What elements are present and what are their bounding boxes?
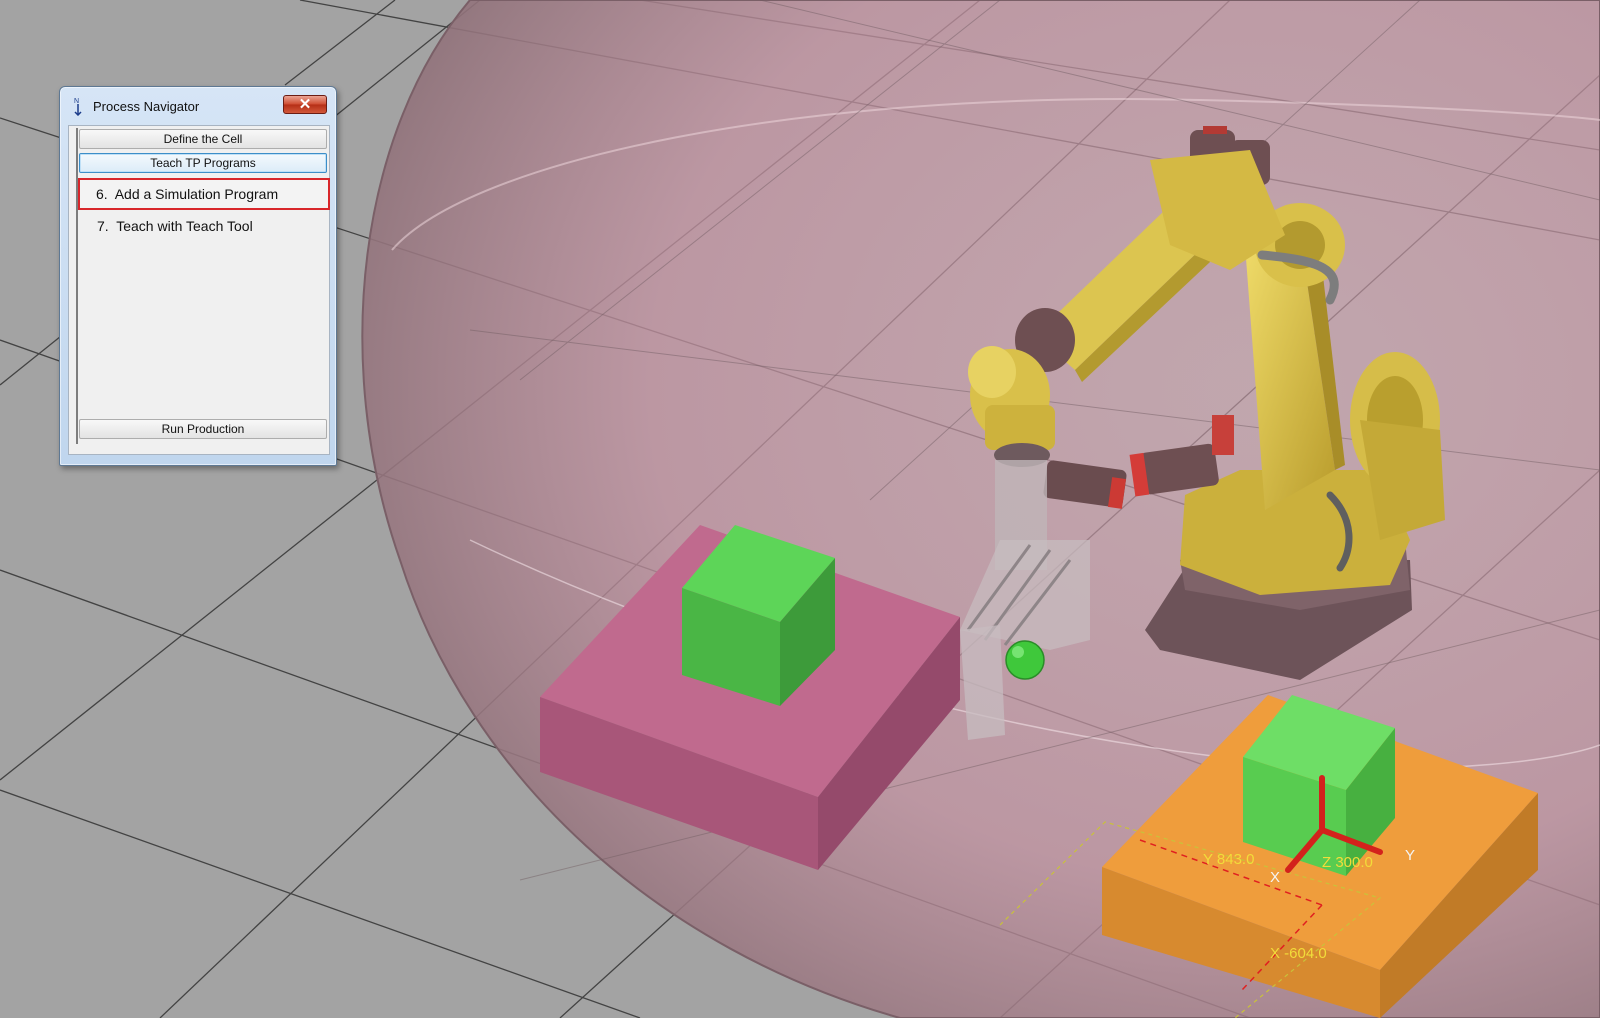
- step-label: Teach with Teach Tool: [116, 218, 253, 234]
- title-bar[interactable]: N Process Navigator ✕: [60, 87, 336, 121]
- window-title: Process Navigator: [93, 99, 200, 114]
- step-number: 6.: [96, 186, 108, 202]
- teach-tp-programs-button[interactable]: Teach TP Programs: [79, 153, 327, 173]
- coord-z-readout: Z 300.0: [1322, 854, 1373, 871]
- coord-x-readout: X -604.0: [1270, 945, 1327, 962]
- run-production-button[interactable]: Run Production: [79, 419, 327, 439]
- step-add-simulation-program[interactable]: 6. Add a Simulation Program: [78, 178, 330, 210]
- axis-label-y: Y: [1405, 847, 1415, 864]
- close-button[interactable]: ✕: [283, 95, 327, 114]
- tcp-sphere[interactable]: [1005, 640, 1045, 680]
- navigator-panel: Define the Cell Teach TP Programs 6. Add…: [68, 125, 330, 455]
- navigator-icon: N: [74, 98, 82, 116]
- step-list: 6. Add a Simulation Program 7. Teach wit…: [78, 178, 330, 242]
- axis-label-x: X: [1270, 869, 1280, 886]
- panel-divider: [76, 128, 78, 444]
- svg-text:N: N: [74, 98, 79, 105]
- process-navigator-window[interactable]: N Process Navigator ✕ Define the Cell Te…: [59, 86, 337, 466]
- coord-y-readout: Y 843.0: [1203, 851, 1254, 868]
- step-teach-with-teach-tool[interactable]: 7. Teach with Teach Tool: [79, 210, 329, 242]
- define-cell-button[interactable]: Define the Cell: [79, 129, 327, 149]
- tcp-sphere-highlight: [1012, 646, 1024, 658]
- step-label: Add a Simulation Program: [114, 186, 279, 202]
- step-number: 7.: [97, 218, 109, 234]
